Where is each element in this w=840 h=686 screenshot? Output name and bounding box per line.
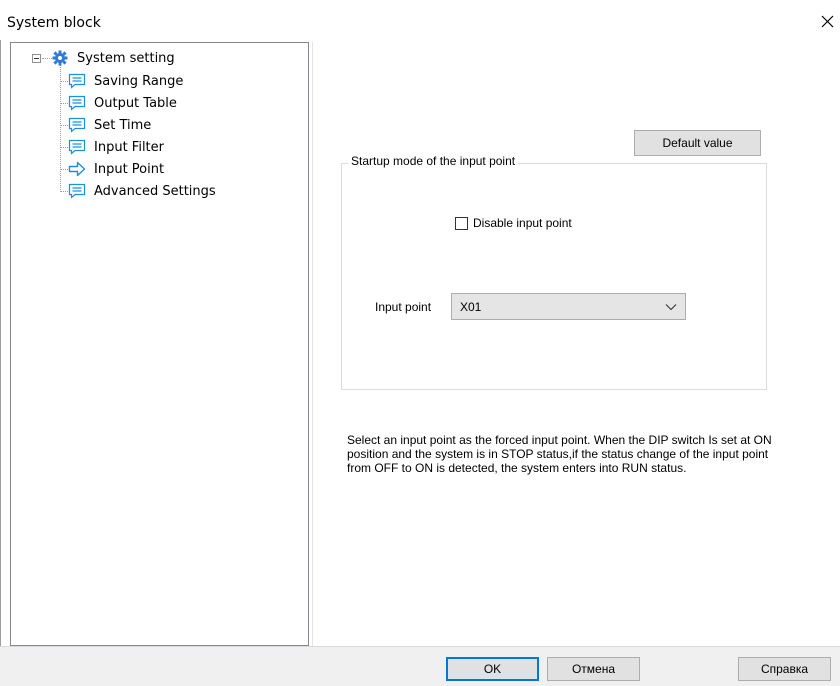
tree-node-label: Input Point: [94, 161, 165, 177]
tree-node-output-table[interactable]: Output Table: [68, 93, 179, 113]
tree-node-label: Advanced Settings: [94, 183, 216, 199]
page-icon: [68, 183, 86, 199]
title-bar: System block: [0, 0, 840, 40]
ok-button[interactable]: OK: [446, 657, 539, 681]
disable-input-point-checkbox[interactable]: [455, 217, 468, 230]
settings-tree[interactable]: System setting Saving Range Output Table…: [10, 42, 309, 646]
help-description: Select an input point as the forced inpu…: [347, 433, 772, 475]
startup-mode-group: [341, 163, 767, 390]
close-button[interactable]: [814, 8, 840, 34]
tree-node-label: System setting: [77, 50, 175, 66]
chevron-down-icon: [665, 304, 677, 311]
page-icon: [68, 139, 86, 155]
tree-node-label: Saving Range: [94, 73, 184, 89]
disable-input-point-label[interactable]: Disable input point: [473, 216, 572, 230]
panel-divider: [312, 42, 313, 646]
close-icon: [821, 15, 833, 27]
help-button[interactable]: Справка: [738, 657, 831, 681]
arrow-right-icon: [68, 161, 86, 177]
window-border: [0, 0, 1, 686]
tree-node-input-point[interactable]: Input Point: [68, 159, 166, 179]
group-title: Startup mode of the input point: [348, 154, 519, 168]
tree-node-set-time[interactable]: Set Time: [68, 115, 153, 135]
default-value-button[interactable]: Default value: [634, 130, 761, 156]
page-icon: [68, 73, 86, 89]
tree-node-saving-range[interactable]: Saving Range: [68, 71, 185, 91]
input-point-value: X01: [460, 300, 482, 314]
input-point-label: Input point: [375, 300, 432, 314]
tree-node-input-filter[interactable]: Input Filter: [68, 137, 166, 157]
page-icon: [68, 95, 86, 111]
tree-node-system-setting[interactable]: System setting: [51, 48, 177, 68]
tree-collapse-toggle[interactable]: [32, 54, 41, 63]
input-point-select[interactable]: X01: [451, 293, 686, 320]
window-title: System block: [7, 15, 101, 31]
gear-icon: [51, 50, 69, 66]
tree-node-label: Output Table: [94, 95, 177, 111]
tree-node-advanced-settings[interactable]: Advanced Settings: [68, 181, 218, 201]
dialog-footer: [0, 646, 840, 686]
tree-node-label: Input Filter: [94, 139, 164, 155]
cancel-button[interactable]: Отмена: [547, 657, 640, 681]
tree-node-label: Set Time: [94, 117, 152, 133]
page-icon: [68, 117, 86, 133]
system-block-dialog: System block System setting Saving Range…: [0, 0, 840, 686]
